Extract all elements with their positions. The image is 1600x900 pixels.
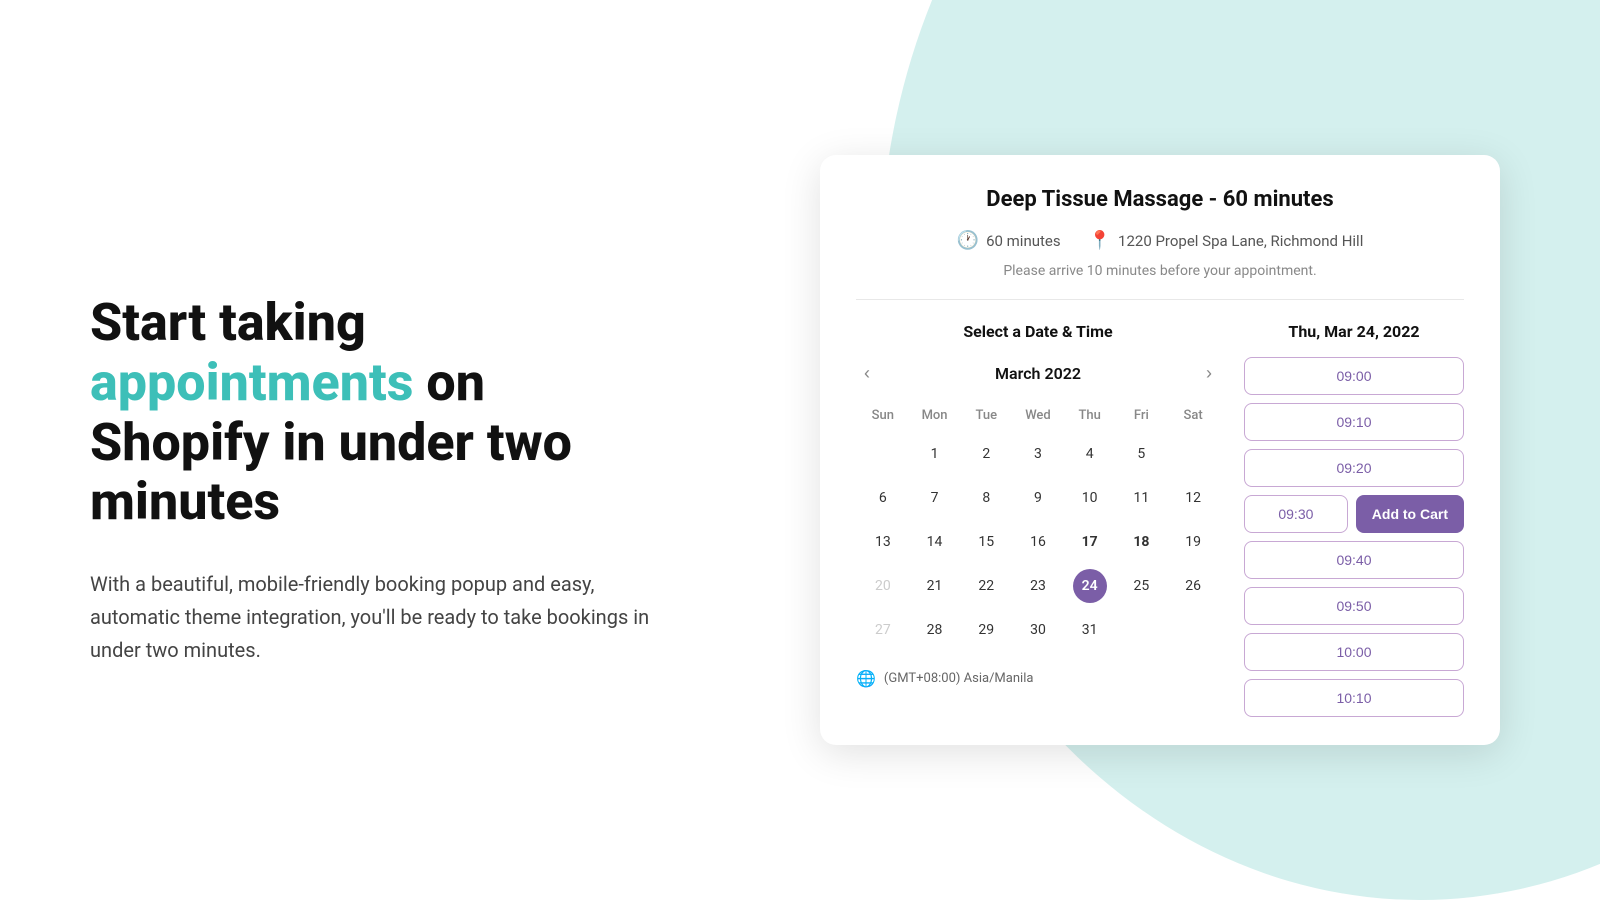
calendar-cell[interactable]: 3: [1013, 433, 1063, 475]
add-to-cart-button[interactable]: Add to Cart: [1356, 495, 1464, 533]
calendar-cell: [1168, 433, 1218, 475]
day-header-sat: Sat: [1168, 404, 1218, 431]
calendar-cell[interactable]: 31: [1065, 609, 1115, 651]
day-header-tue: Tue: [961, 404, 1011, 431]
hero-heading: Start taking appointments on Shopify in …: [90, 293, 660, 532]
calendar-header-row: Sun Mon Tue Wed Thu Fri Sat: [858, 404, 1218, 431]
hero-subtext: With a beautiful, mobile-friendly bookin…: [90, 568, 650, 667]
time-slot-selected-row: 09:30Add to Cart: [1244, 495, 1464, 533]
calendar-cell[interactable]: 15: [961, 521, 1011, 563]
clock-icon: 🕐: [957, 230, 979, 251]
calendar-row: 13141516171819: [858, 521, 1218, 563]
calendar-cell[interactable]: 26: [1168, 565, 1218, 607]
calendar-cell[interactable]: 9: [1013, 477, 1063, 519]
heading-accent: appointments: [90, 352, 413, 413]
calendar-cell[interactable]: 19: [1168, 521, 1218, 563]
calendar-cell[interactable]: 6: [858, 477, 908, 519]
calendar-cell[interactable]: 8: [961, 477, 1011, 519]
widget-note: Please arrive 10 minutes before your app…: [856, 263, 1464, 279]
selected-date-label: Thu, Mar 24, 2022: [1244, 322, 1464, 341]
calendar-cell: [858, 433, 908, 475]
calendar-cell[interactable]: 1: [910, 433, 960, 475]
section-title: Select a Date & Time: [856, 322, 1220, 341]
duration-text: 60 minutes: [986, 232, 1061, 250]
divider: [856, 299, 1464, 300]
calendar-cell[interactable]: 23: [1013, 565, 1063, 607]
calendar-cell[interactable]: 22: [961, 565, 1011, 607]
calendar-cell[interactable]: 17: [1065, 521, 1115, 563]
timezone-row: 🌐 (GMT+08:00) Asia/Manila: [856, 669, 1220, 688]
calendar-cell[interactable]: 29: [961, 609, 1011, 651]
prev-month-button[interactable]: ‹: [856, 359, 878, 388]
calendar-cell[interactable]: 10: [1065, 477, 1115, 519]
calendar-cell[interactable]: 12: [1168, 477, 1218, 519]
day-header-fri: Fri: [1117, 404, 1167, 431]
time-slot-button[interactable]: 09:00: [1244, 357, 1464, 395]
calendar-row: 20212223242526: [858, 565, 1218, 607]
calendar-cell[interactable]: 28: [910, 609, 960, 651]
calendar-cell[interactable]: 2: [961, 433, 1011, 475]
calendar-cell[interactable]: 7: [910, 477, 960, 519]
calendar-cell[interactable]: 4: [1065, 433, 1115, 475]
widget-title: Deep Tissue Massage - 60 minutes: [856, 187, 1464, 212]
calendar-cell[interactable]: 16: [1013, 521, 1063, 563]
calendar-cell: 20: [858, 565, 908, 607]
time-slot-button[interactable]: 09:40: [1244, 541, 1464, 579]
heading-plain: Start taking: [90, 292, 366, 353]
calendar-table: Sun Mon Tue Wed Thu Fri Sat 123456789101…: [856, 402, 1220, 653]
day-header-sun: Sun: [858, 404, 908, 431]
next-month-button[interactable]: ›: [1198, 359, 1220, 388]
calendar-cell[interactable]: 11: [1117, 477, 1167, 519]
time-slot-button[interactable]: 09:20: [1244, 449, 1464, 487]
calendar-cell[interactable]: 21: [910, 565, 960, 607]
calendar-row: 6789101112: [858, 477, 1218, 519]
booking-widget: Deep Tissue Massage - 60 minutes 🕐 60 mi…: [820, 155, 1500, 745]
time-slots-list: 09:00 09:10 09:20 09:30Add to Cart 09:40 09:5…: [1244, 357, 1464, 717]
calendar-cell[interactable]: 18: [1117, 521, 1167, 563]
calendar-row: 2728293031: [858, 609, 1218, 651]
calendar-cell[interactable]: 13: [858, 521, 908, 563]
timezone-text: (GMT+08:00) Asia/Manila: [884, 671, 1034, 686]
calendar-section: Select a Date & Time ‹ March 2022 › Sun …: [856, 322, 1220, 717]
time-slot-button[interactable]: 10:10: [1244, 679, 1464, 717]
duration-meta: 🕐 60 minutes: [957, 230, 1061, 251]
time-slot-button[interactable]: 09:50: [1244, 587, 1464, 625]
location-text: 1220 Propel Spa Lane, Richmond Hill: [1118, 232, 1363, 250]
time-slot-button[interactable]: 09:10: [1244, 403, 1464, 441]
widget-body: Select a Date & Time ‹ March 2022 › Sun …: [856, 322, 1464, 717]
calendar-cell: 27: [858, 609, 908, 651]
day-header-thu: Thu: [1065, 404, 1115, 431]
globe-icon: 🌐: [856, 669, 876, 688]
calendar-cell: [1117, 609, 1167, 651]
calendar-cell: [1168, 609, 1218, 651]
left-panel: Start taking appointments on Shopify in …: [0, 0, 740, 900]
calendar-cell[interactable]: 5: [1117, 433, 1167, 475]
calendar-cell[interactable]: 25: [1117, 565, 1167, 607]
calendar-cell[interactable]: 14: [910, 521, 960, 563]
month-label: March 2022: [995, 364, 1081, 383]
calendar-cell[interactable]: 30: [1013, 609, 1063, 651]
time-slot-button[interactable]: 10:00: [1244, 633, 1464, 671]
day-header-mon: Mon: [910, 404, 960, 431]
time-section: Thu, Mar 24, 2022 09:00 09:10 09:20 09:30Ad…: [1244, 322, 1464, 717]
calendar-nav: ‹ March 2022 ›: [856, 359, 1220, 388]
location-meta: 📍 1220 Propel Spa Lane, Richmond Hill: [1089, 230, 1364, 251]
right-panel: Deep Tissue Massage - 60 minutes 🕐 60 mi…: [740, 0, 1600, 900]
day-header-wed: Wed: [1013, 404, 1063, 431]
location-icon: 📍: [1089, 230, 1111, 251]
widget-meta: 🕐 60 minutes 📍 1220 Propel Spa Lane, Ric…: [856, 230, 1464, 251]
calendar-row: 12345: [858, 433, 1218, 475]
time-slot-button[interactable]: 09:30: [1244, 495, 1348, 533]
calendar-cell[interactable]: 24: [1065, 565, 1115, 607]
